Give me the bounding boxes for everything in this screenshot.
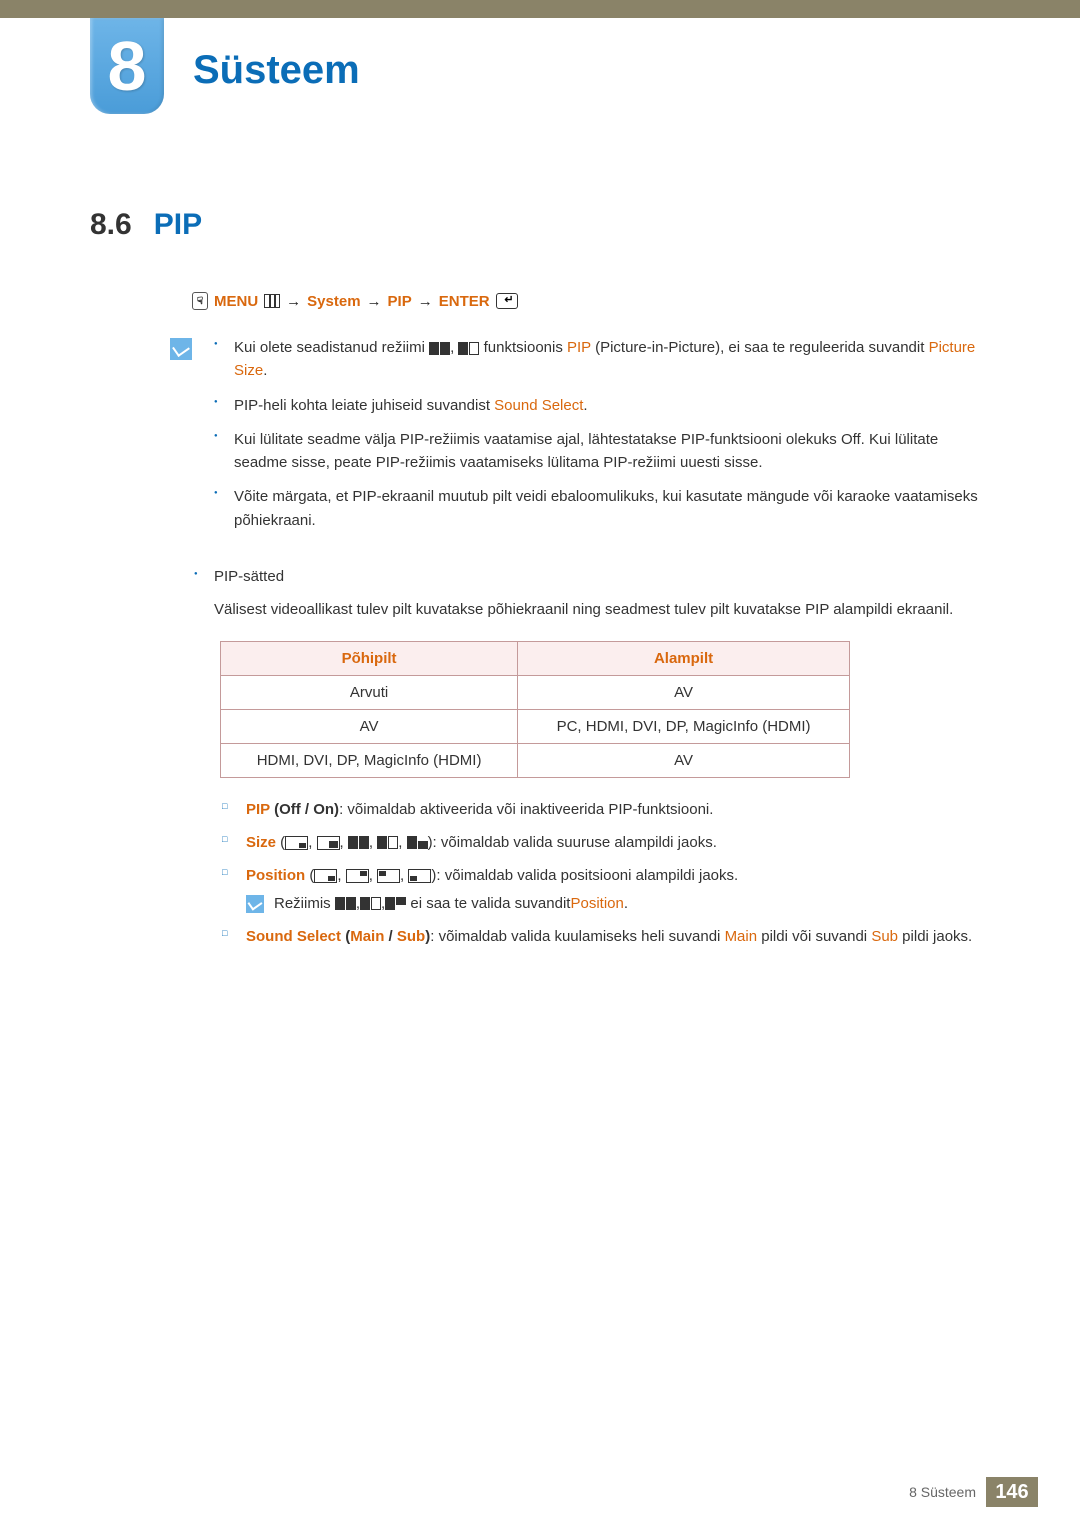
table-row: HDMI, DVI, DP, MagicInfo (HDMI) AV	[221, 743, 850, 777]
section-heading: 8.6 PIP	[90, 208, 990, 242]
pip-mode-icon	[429, 342, 450, 355]
option-pip: PIP (Off / On): võimaldab aktiveerida võ…	[222, 796, 990, 823]
position-icon	[314, 869, 337, 883]
option-sound: Sound Select (Main / Sub): võimaldab val…	[222, 923, 990, 950]
options-list: PIP (Off / On): võimaldab aktiveerida võ…	[222, 796, 990, 889]
chapter-number: 8	[108, 26, 147, 106]
options-list-2: Sound Select (Main / Sub): võimaldab val…	[222, 923, 990, 950]
mode-icon	[360, 897, 381, 910]
path-pip: PIP	[388, 293, 412, 310]
arrow: →	[367, 293, 382, 310]
position-icon	[346, 869, 369, 883]
chapter-badge: 8	[90, 18, 164, 114]
option-position: Position (, , , ): võimaldab valida posi…	[222, 862, 990, 889]
position-icon	[408, 869, 431, 883]
table-cell: AV	[518, 675, 850, 709]
table-cell: AV	[221, 709, 518, 743]
mode-icon	[385, 897, 406, 910]
note-item: Kui lülitate seadme välja PIP-režiimis v…	[210, 428, 990, 475]
note-item: Võite märgata, et PIP-ekraanil muutub pi…	[210, 485, 990, 532]
note-box: Kui olete seadistanud režiimi , funktsio…	[170, 336, 990, 543]
position-icon	[377, 869, 400, 883]
pip-mode-icon	[458, 342, 479, 355]
enter-icon	[496, 293, 518, 309]
chapter-title: Süsteem	[193, 48, 360, 93]
remote-icon: ☟	[192, 292, 208, 310]
main-list: PIP-sätted Välisest videoallikast tulev …	[192, 563, 990, 623]
menu-path: ☟ MENU → System → PIP → ENTER	[192, 292, 990, 310]
table-cell: PC, HDMI, DVI, DP, MagicInfo (HDMI)	[518, 709, 850, 743]
note-item: Kui olete seadistanud režiimi , funktsio…	[210, 336, 990, 383]
footer-text: 8 Süsteem	[909, 1484, 976, 1500]
table-wrap: Põhipilt Alampilt Arvuti AV AV PC, HDMI,…	[220, 641, 850, 778]
note-icon	[246, 895, 264, 913]
size-icon	[377, 836, 398, 849]
page-number: 146	[986, 1477, 1038, 1507]
table-cell: Arvuti	[221, 675, 518, 709]
size-icon	[407, 836, 428, 849]
size-icon	[348, 836, 369, 849]
menu-label: MENU	[214, 293, 258, 310]
note-list: Kui olete seadistanud režiimi , funktsio…	[210, 336, 990, 543]
table-cell: AV	[518, 743, 850, 777]
table-row: Arvuti AV	[221, 675, 850, 709]
page-header: 8 Süsteem	[0, 18, 1080, 118]
arrow: →	[418, 293, 433, 310]
table-cell: HDMI, DVI, DP, MagicInfo (HDMI)	[221, 743, 518, 777]
list-item: PIP-sätted Välisest videoallikast tulev …	[192, 563, 990, 623]
arrow: →	[286, 293, 301, 310]
path-system: System	[307, 293, 360, 310]
size-icon	[285, 836, 308, 850]
note-icon	[170, 338, 192, 360]
section-title: PIP	[154, 208, 202, 242]
note-item: PIP-heli kohta leiate juhiseid suvandist…	[210, 394, 990, 417]
section-number: 8.6	[90, 208, 132, 242]
size-icon	[317, 836, 340, 850]
pip-settings-desc: Välisest videoallikast tulev pilt kuvata…	[214, 596, 990, 623]
table-row: AV PC, HDMI, DVI, DP, MagicInfo (HDMI)	[221, 709, 850, 743]
enter-label: ENTER	[439, 293, 490, 310]
main-content: 8.6 PIP ☟ MENU → System → PIP → ENTER Ku…	[0, 118, 1080, 950]
table-header: Alampilt	[518, 641, 850, 675]
top-bar	[0, 0, 1080, 18]
position-note: Režiimis , , ei saa te valida suvandit P…	[246, 895, 990, 913]
mode-icon	[335, 897, 356, 910]
menu-icon	[264, 294, 280, 308]
pip-table: Põhipilt Alampilt Arvuti AV AV PC, HDMI,…	[220, 641, 850, 778]
option-size: Size (, , , , ): võimaldab valida suurus…	[222, 829, 990, 856]
page-footer: 8 Süsteem 146	[909, 1477, 1038, 1507]
pip-settings-title: PIP-sätted	[214, 568, 284, 585]
table-header: Põhipilt	[221, 641, 518, 675]
